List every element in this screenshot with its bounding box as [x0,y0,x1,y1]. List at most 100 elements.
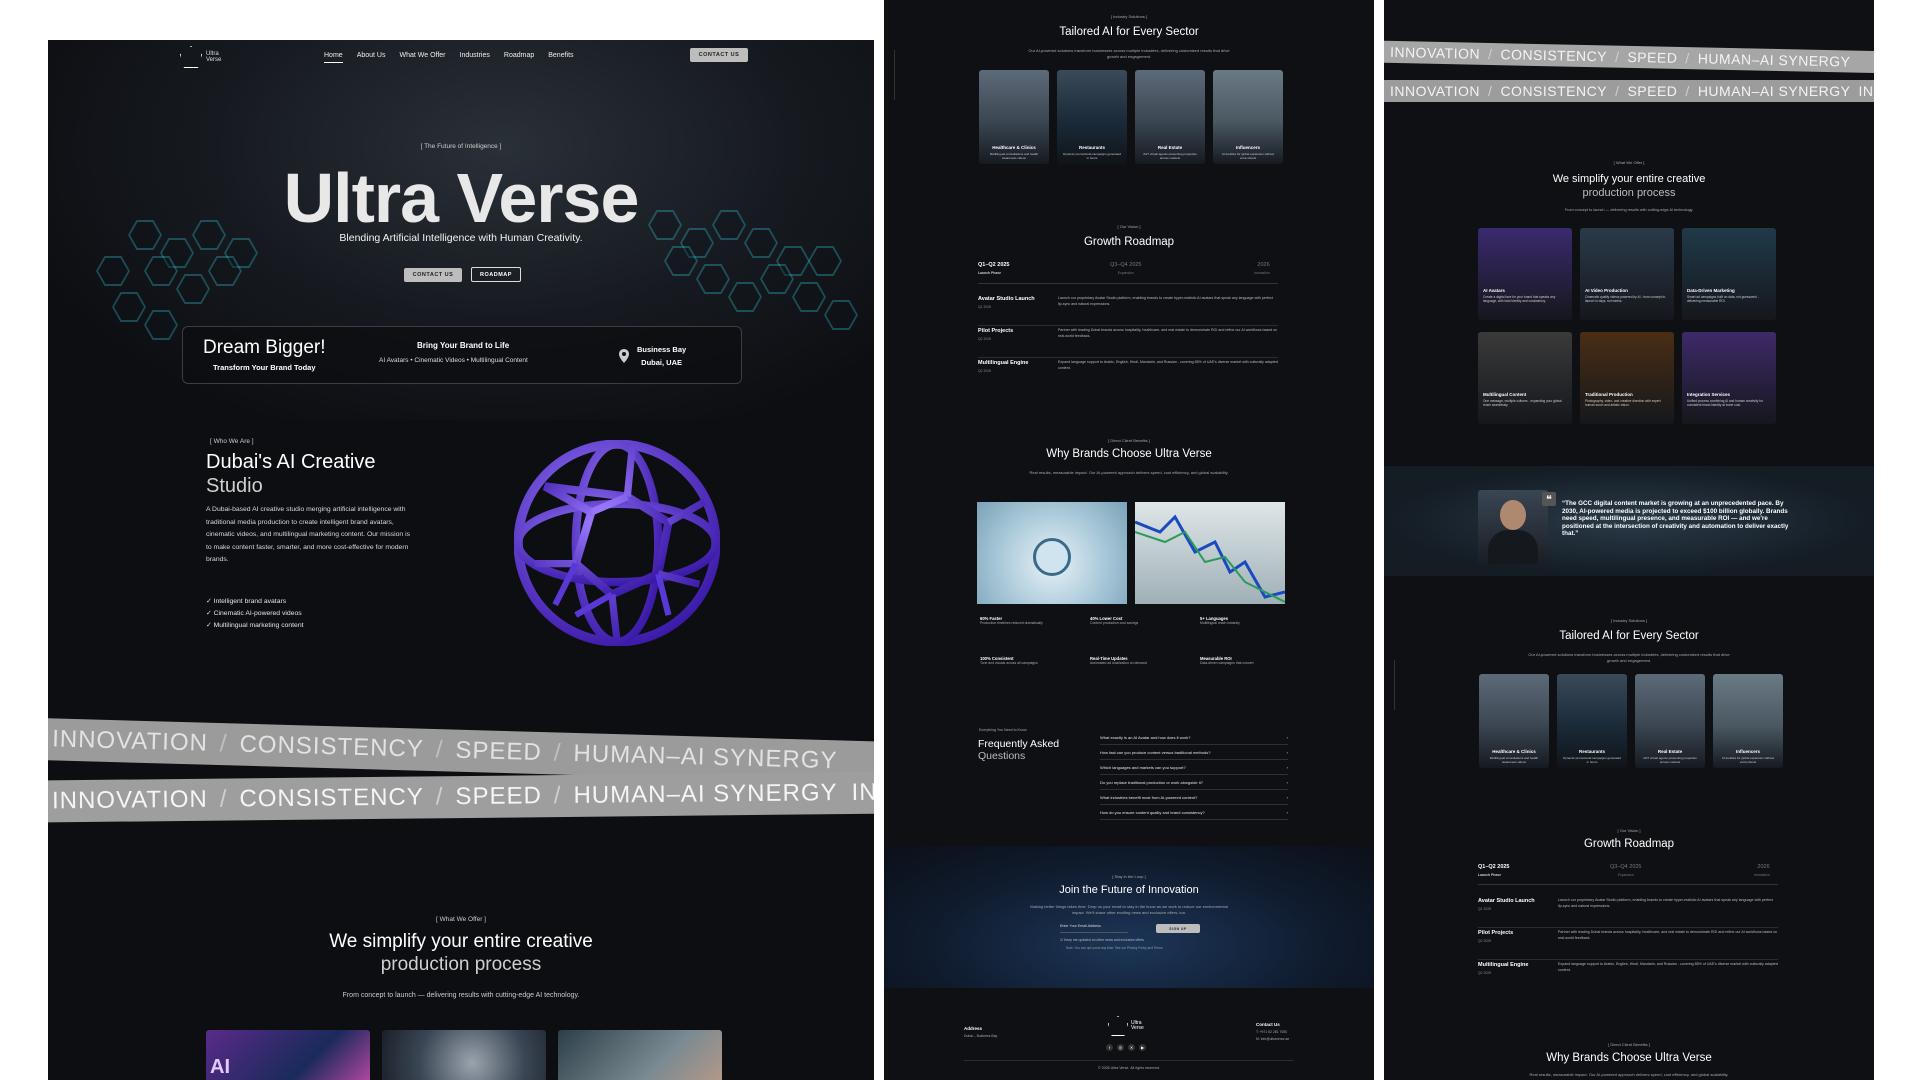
footer-address-label: Address [964,1026,983,1031]
nav-about[interactable]: About Us [357,52,386,59]
roadmap-row: Avatar Studio Launch Q1 2025 Launch our … [978,296,1278,326]
phase-2[interactable]: Q3–Q4 2025 Expansion [1610,864,1642,877]
hex-cell [96,256,130,286]
stat-desc: Multilingual reach instantly [1200,621,1240,625]
roadmap-row-when: Q2 2025 [1478,939,1492,943]
location-pin-icon [619,349,629,363]
hero-contact-button[interactable]: CONTACT US [404,268,462,282]
phase-1[interactable]: Q1–Q2 2025 Launch Phase [978,262,1010,275]
service-card[interactable]: Integration Services Unified process comb… [1682,332,1776,424]
email-input[interactable]: Enter Your Email Address [1060,924,1128,933]
band-word: INNOVATION [1389,43,1481,62]
faq-item[interactable]: Do you replace traditional production or… [1100,775,1288,790]
industry-card[interactable]: Healthcare & Clinics Multilingual consul… [979,70,1049,164]
roadmap-row: Avatar Studio Launch Q1 2025 Launch our … [1478,898,1778,928]
stat-item: Real-Time Updates Automated ad localizati… [1090,656,1147,666]
band-word: HUMAN–AI SYNERGY [1697,50,1851,70]
service-thumb-video[interactable] [382,1030,546,1080]
services-title-line-1: We simplify your entire creative [1552,173,1706,185]
phase-3[interactable]: 2026 Innovation [1254,262,1270,275]
phase-label: Q1–Q2 2025 [978,262,1010,268]
band-word: INNOVATION [51,785,208,815]
industries-tag: [ Industry Solutions ] [1610,618,1648,623]
phase-1[interactable]: Q1–Q2 2025 Launch Phase [1478,864,1510,877]
footer-logo[interactable]: Ultra Verse [1108,1016,1149,1036]
roadmap-row-title: Avatar Studio Launch [978,296,1035,302]
roadmap-row-when: Q1 2025 [978,305,992,309]
service-card[interactable]: AI Avatars Create a digital face for your… [1478,228,1572,320]
roadmap-row-desc: Launch our proprietary Avatar Studio pla… [1558,898,1773,908]
industry-desc: Dynamic promotional campaigns generated … [1063,152,1121,160]
location-line-1: Business Bay [637,345,687,354]
industry-name: Influencers [1735,749,1760,754]
stat-desc: Production timelines reduced dramaticall… [980,621,1043,625]
faq-item[interactable]: Which languages and markets can you supp… [1100,760,1288,775]
nav-contact-button[interactable]: CONTACT US [690,48,748,62]
logo-icon [180,46,202,68]
faq-item[interactable]: What industries benefit most from AI-pow… [1100,790,1288,805]
hero-roadmap-button[interactable]: ROADMAP [471,267,521,282]
footer-email[interactable]: M: info@ultraverse.ae [1256,1037,1289,1041]
nav-benefits[interactable]: Benefits [548,52,573,59]
service-thumb-marketing[interactable] [558,1030,722,1080]
phase-divider [978,283,1278,284]
service-name: Integration Services [1687,392,1731,397]
service-card[interactable]: Traditional Production Photography, video… [1580,332,1674,424]
benefits-subtitle: Real results, measurable impact. Our AI-… [1029,470,1229,475]
nav-industries[interactable]: Industries [460,52,490,59]
service-thumb-avatars[interactable]: AI [206,1030,370,1080]
facebook-icon[interactable]: f [1106,1044,1113,1051]
phase-3[interactable]: 2026 Innovation [1754,864,1770,877]
instagram-icon[interactable]: ◎ [1117,1044,1124,1051]
band-word: SPEED [1627,83,1678,99]
service-card[interactable]: AI Video Production Cinematic quality vid… [1580,228,1674,320]
nav-home[interactable]: Home [324,52,343,63]
newsletter-note: Note: You can opt-out at any time. See o… [1066,946,1164,950]
industry-card[interactable]: Healthcare & Clinics Multilingual consul… [1479,674,1549,768]
benefits-tag: [ Direct Client Benefits ] [1608,1042,1650,1047]
who-title-line-2: Studio [206,475,263,497]
phase-label: 2026 [1257,262,1270,268]
industry-card[interactable]: Real Estate 24/7 virtual agents presenti… [1635,674,1705,768]
newsletter-checkbox[interactable]: ☑ Keep me updated on other news and excl… [1060,938,1144,942]
hex-cell [728,282,762,312]
signup-button[interactable]: SIGN UP [1156,924,1200,933]
roadmap-tag: [ Our Vision ] [1617,828,1641,833]
industry-card[interactable]: Real Estate 24/7 virtual agents presenti… [1135,70,1205,164]
newsletter-title: Join the Future of Innovation [1059,884,1199,896]
industries-subtitle: Our AI-powered solutions transform busin… [1028,48,1230,59]
industry-card[interactable]: Influencers AI doubles for global expans… [1213,70,1283,164]
footer-phone[interactable]: T: +971 52 281 7050 [1256,1030,1287,1034]
stock-chart-graphic [1134,514,1286,603]
industry-name: Restaurants [1578,749,1605,754]
industry-card[interactable]: Restaurants Dynamic promotional campaign… [1557,674,1627,768]
logo-text: Ultra Verse [206,51,222,63]
nav-links: Home About Us What We Offer Industries R… [324,52,574,63]
faq-question: Which languages and markets can you supp… [1100,764,1186,770]
x-icon[interactable]: ✕ [1128,1044,1135,1051]
industry-card[interactable]: Influencers AI doubles for global expans… [1713,674,1783,768]
hex-cell [144,310,178,340]
hex-cell [792,282,826,312]
faq-item[interactable]: What exactly is an AI Avatar and how doe… [1100,730,1288,745]
logo[interactable]: Ultra Verse [180,46,226,68]
chevron-right-icon: › [1286,809,1288,815]
portrait-suit [1488,530,1538,564]
faq-item[interactable]: How do you ensure content quality and br… [1100,805,1288,820]
youtube-icon[interactable]: ▶ [1139,1044,1146,1051]
roadmap-row-when: Q2 2025 [978,369,992,373]
service-card[interactable]: Multilingual Content One message, multipl… [1478,332,1572,424]
hero-subtitle: Blending Artificial Intelligence with Hu… [339,232,583,244]
service-desc: One message, multiple cultures - expandi… [1483,399,1562,408]
nav-roadmap[interactable]: Roadmap [504,52,534,59]
service-card[interactable]: Data-Driven Marketing Smart ad campaigns … [1682,228,1776,320]
faq-item[interactable]: How fast can you produce content versus … [1100,745,1288,760]
stat-item: 60% Faster Production timelines reduced d… [980,616,1043,626]
band-word: CONSISTENCY [239,783,424,813]
industry-card[interactable]: Restaurants Dynamic promotional campaign… [1057,70,1127,164]
roadmap-row-desc: Partner with leading Dubai brands across… [1058,328,1278,338]
nav-offer[interactable]: What We Offer [399,52,445,59]
service-name: Traditional Production [1585,392,1633,397]
roadmap-row-when: Q1 2025 [1478,907,1492,911]
phase-2[interactable]: Q3–Q4 2025 Expansion [1110,262,1142,275]
